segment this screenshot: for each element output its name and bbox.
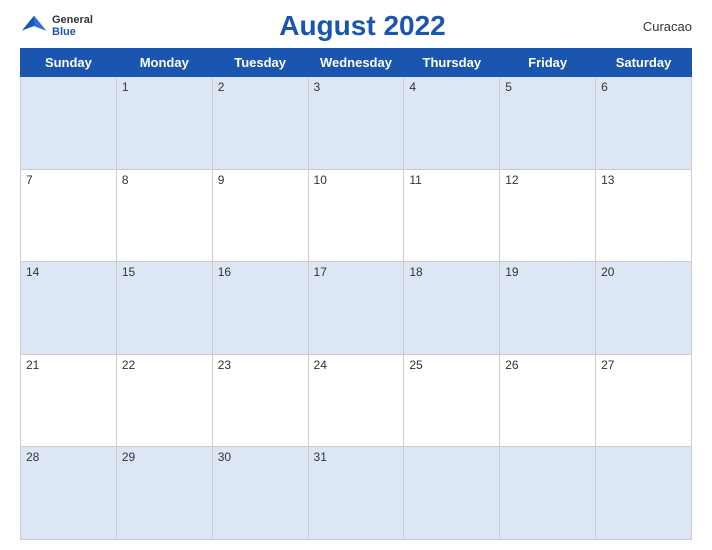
calendar-day-cell: 8 — [116, 169, 212, 262]
day-number: 22 — [122, 358, 135, 372]
calendar-day-cell: 24 — [308, 354, 404, 447]
day-of-week-friday: Friday — [500, 49, 596, 77]
logo-text: General Blue — [52, 14, 93, 38]
day-of-week-sunday: Sunday — [21, 49, 117, 77]
day-number: 5 — [505, 80, 512, 94]
day-number: 1 — [122, 80, 129, 94]
day-number: 20 — [601, 265, 614, 279]
day-number: 19 — [505, 265, 518, 279]
calendar-day-cell: 2 — [212, 77, 308, 170]
day-of-week-wednesday: Wednesday — [308, 49, 404, 77]
calendar-header-row: SundayMondayTuesdayWednesdayThursdayFrid… — [21, 49, 692, 77]
day-number: 12 — [505, 173, 518, 187]
calendar-day-cell: 21 — [21, 354, 117, 447]
calendar-week-row: 21 22 23 24 25 26 27 — [21, 354, 692, 447]
calendar-day-cell: 20 — [596, 262, 692, 355]
calendar-day-cell — [596, 447, 692, 540]
calendar-day-cell: 17 — [308, 262, 404, 355]
day-number: 3 — [314, 80, 321, 94]
calendar-day-cell: 6 — [596, 77, 692, 170]
day-number: 7 — [26, 173, 33, 187]
calendar-day-cell: 28 — [21, 447, 117, 540]
calendar-day-cell: 23 — [212, 354, 308, 447]
calendar-day-cell: 18 — [404, 262, 500, 355]
day-number: 29 — [122, 450, 135, 464]
calendar-day-cell: 4 — [404, 77, 500, 170]
day-of-week-tuesday: Tuesday — [212, 49, 308, 77]
calendar-week-row: 7 8 9 10 11 12 13 — [21, 169, 692, 262]
day-of-week-saturday: Saturday — [596, 49, 692, 77]
day-number: 21 — [26, 358, 39, 372]
calendar-table: SundayMondayTuesdayWednesdayThursdayFrid… — [20, 48, 692, 540]
calendar-day-cell: 15 — [116, 262, 212, 355]
calendar-day-cell: 3 — [308, 77, 404, 170]
calendar-day-cell: 1 — [116, 77, 212, 170]
day-number: 26 — [505, 358, 518, 372]
calendar-header: General Blue August 2022 Curacao — [20, 10, 692, 42]
calendar-day-cell — [404, 447, 500, 540]
calendar-day-cell: 13 — [596, 169, 692, 262]
day-number: 24 — [314, 358, 327, 372]
calendar-day-cell: 16 — [212, 262, 308, 355]
day-number: 13 — [601, 173, 614, 187]
calendar-day-cell — [21, 77, 117, 170]
day-number: 9 — [218, 173, 225, 187]
calendar-day-cell: 22 — [116, 354, 212, 447]
calendar-day-cell: 14 — [21, 262, 117, 355]
day-number: 15 — [122, 265, 135, 279]
calendar-day-cell: 27 — [596, 354, 692, 447]
day-number: 4 — [409, 80, 416, 94]
calendar-day-cell: 5 — [500, 77, 596, 170]
calendar-day-cell: 9 — [212, 169, 308, 262]
calendar-day-cell: 30 — [212, 447, 308, 540]
day-number: 23 — [218, 358, 231, 372]
calendar-day-cell: 29 — [116, 447, 212, 540]
day-number: 6 — [601, 80, 608, 94]
day-number: 8 — [122, 173, 129, 187]
calendar-day-cell: 25 — [404, 354, 500, 447]
calendar-day-cell: 12 — [500, 169, 596, 262]
calendar-week-row: 28 29 30 31 — [21, 447, 692, 540]
day-number: 2 — [218, 80, 225, 94]
calendar-day-cell: 10 — [308, 169, 404, 262]
calendar-day-cell: 7 — [21, 169, 117, 262]
calendar-week-row: 14 15 16 17 18 19 20 — [21, 262, 692, 355]
calendar-week-row: 1 2 3 4 5 6 — [21, 77, 692, 170]
day-number: 16 — [218, 265, 231, 279]
day-number: 28 — [26, 450, 39, 464]
logo-bird-icon — [20, 12, 48, 40]
day-number: 27 — [601, 358, 614, 372]
day-number: 25 — [409, 358, 422, 372]
day-number: 17 — [314, 265, 327, 279]
calendar-body: 1234567891011121314151617181920212223242… — [21, 77, 692, 540]
day-number: 30 — [218, 450, 231, 464]
logo-blue-label: Blue — [52, 26, 93, 38]
calendar-day-cell — [500, 447, 596, 540]
day-number: 10 — [314, 173, 327, 187]
day-number: 11 — [409, 173, 421, 187]
day-of-week-monday: Monday — [116, 49, 212, 77]
day-number: 14 — [26, 265, 39, 279]
day-of-week-thursday: Thursday — [404, 49, 500, 77]
calendar-day-cell: 19 — [500, 262, 596, 355]
logo-general-label: General — [52, 14, 93, 26]
calendar-day-cell: 31 — [308, 447, 404, 540]
day-number: 18 — [409, 265, 422, 279]
calendar-day-cell: 26 — [500, 354, 596, 447]
logo: General Blue — [20, 12, 93, 40]
day-number: 31 — [314, 450, 327, 464]
region-label: Curacao — [632, 19, 692, 34]
calendar-title: August 2022 — [93, 10, 632, 42]
calendar-day-cell: 11 — [404, 169, 500, 262]
